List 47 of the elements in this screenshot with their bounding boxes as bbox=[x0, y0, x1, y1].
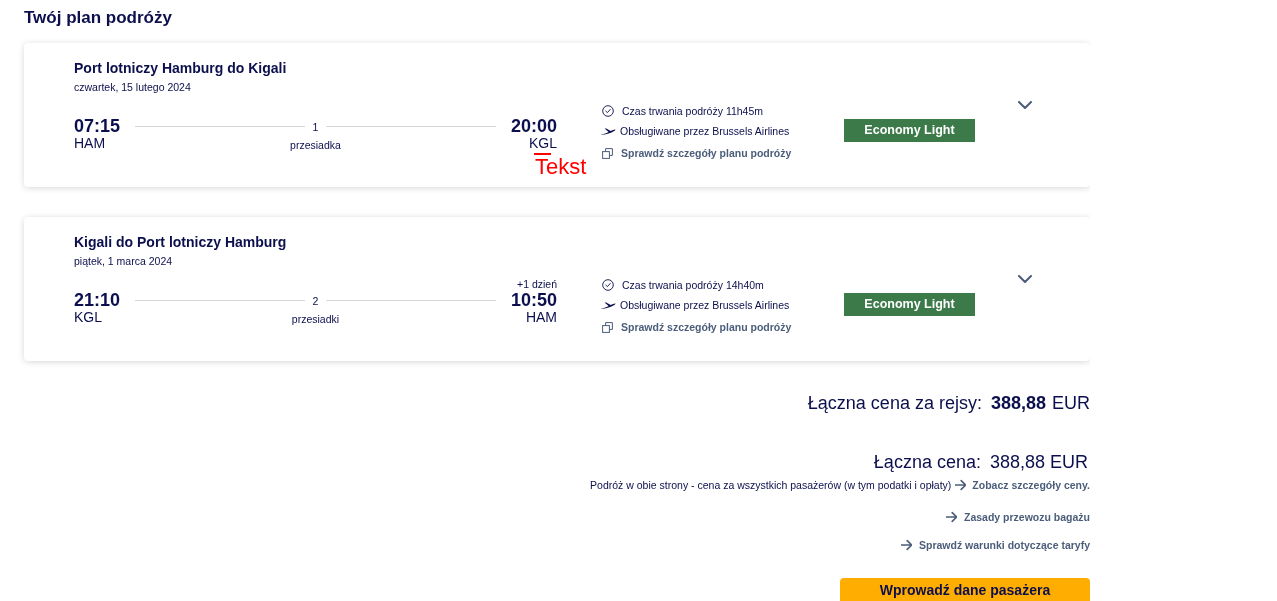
flight-route: Kigali do Port lotniczy Hamburg bbox=[74, 234, 287, 250]
operator-text: Obsługiwane przez Brussels Airlines bbox=[620, 298, 790, 312]
arrival-airport: KGL bbox=[529, 136, 557, 151]
stops-count: 1 bbox=[311, 120, 320, 133]
operator-text: Obsługiwane przez Brussels Airlines bbox=[620, 124, 790, 138]
stops-count: 2 bbox=[311, 294, 320, 307]
info-link[interactable]: Zasady przewozu bagażu bbox=[945, 510, 1090, 524]
fare-badge: Economy Light bbox=[844, 119, 975, 142]
departure-time: 07:15 bbox=[74, 117, 121, 136]
flights-total-label: Łączna cena za rejsy: bbox=[807, 392, 982, 414]
total-price-label: Łączna cena: bbox=[873, 451, 981, 473]
info-link[interactable]: Sprawdź warunki dotyczące taryfy bbox=[901, 538, 1090, 552]
price-details-link[interactable]: Zobacz szczegóły ceny. bbox=[955, 478, 1090, 492]
itinerary-details-link[interactable]: Sprawdź szczegóły planu podróży bbox=[602, 146, 792, 160]
arrival-time: 10:50 bbox=[510, 291, 557, 310]
price-note: Podróż w obie strony - cena za wszystkich pasażerów (w tym podatki i opłaty) bbox=[590, 478, 952, 492]
itinerary-details-link[interactable]: Sprawdź szczegóły planu podróży bbox=[602, 320, 792, 334]
clock-icon bbox=[602, 279, 614, 291]
travel-duration: Czas trwania podróży 14h40m bbox=[622, 278, 764, 292]
overlapping-squares-icon bbox=[602, 321, 613, 333]
chevron-down-icon[interactable] bbox=[1018, 101, 1032, 109]
total-price-value: 388,88 EUR bbox=[989, 451, 1088, 473]
arrival-time: 20:00 bbox=[510, 117, 557, 136]
departure-airport: KGL bbox=[74, 310, 102, 325]
fare-badge: Economy Light bbox=[844, 293, 975, 316]
overlapping-squares-icon bbox=[602, 147, 613, 159]
arrow-right-icon bbox=[955, 479, 967, 491]
chevron-down-icon[interactable] bbox=[1018, 275, 1032, 283]
flight-date: czwartek, 15 lutego 2024 bbox=[74, 82, 191, 93]
flight-date: piątek, 1 marca 2024 bbox=[74, 256, 173, 267]
flights-total-currency: EUR bbox=[1052, 392, 1090, 414]
stops-label: przesiadki bbox=[291, 313, 340, 325]
day-offset: +1 dzień bbox=[517, 278, 557, 290]
strike-line bbox=[533, 153, 551, 155]
flights-total-amount: 388,88 bbox=[990, 392, 1046, 414]
travel-duration: Czas trwania podróży 11h45m bbox=[622, 104, 764, 118]
arrival-airport: HAM bbox=[525, 310, 557, 325]
flight-route: Port lotniczy Hamburg do Kigali bbox=[74, 60, 287, 76]
continue-button[interactable]: Wprowadź dane pasażera bbox=[840, 578, 1090, 601]
annotation-text: Tekst bbox=[534, 156, 587, 178]
departure-airport: HAM bbox=[74, 136, 106, 151]
stops-label: przesiadka bbox=[290, 139, 341, 151]
clock-icon bbox=[602, 105, 614, 117]
departure-time: 21:10 bbox=[74, 291, 121, 310]
page-title: Twój plan podróży bbox=[24, 7, 172, 28]
arrow-right-icon bbox=[945, 511, 957, 523]
arrow-right-icon bbox=[901, 539, 912, 551]
